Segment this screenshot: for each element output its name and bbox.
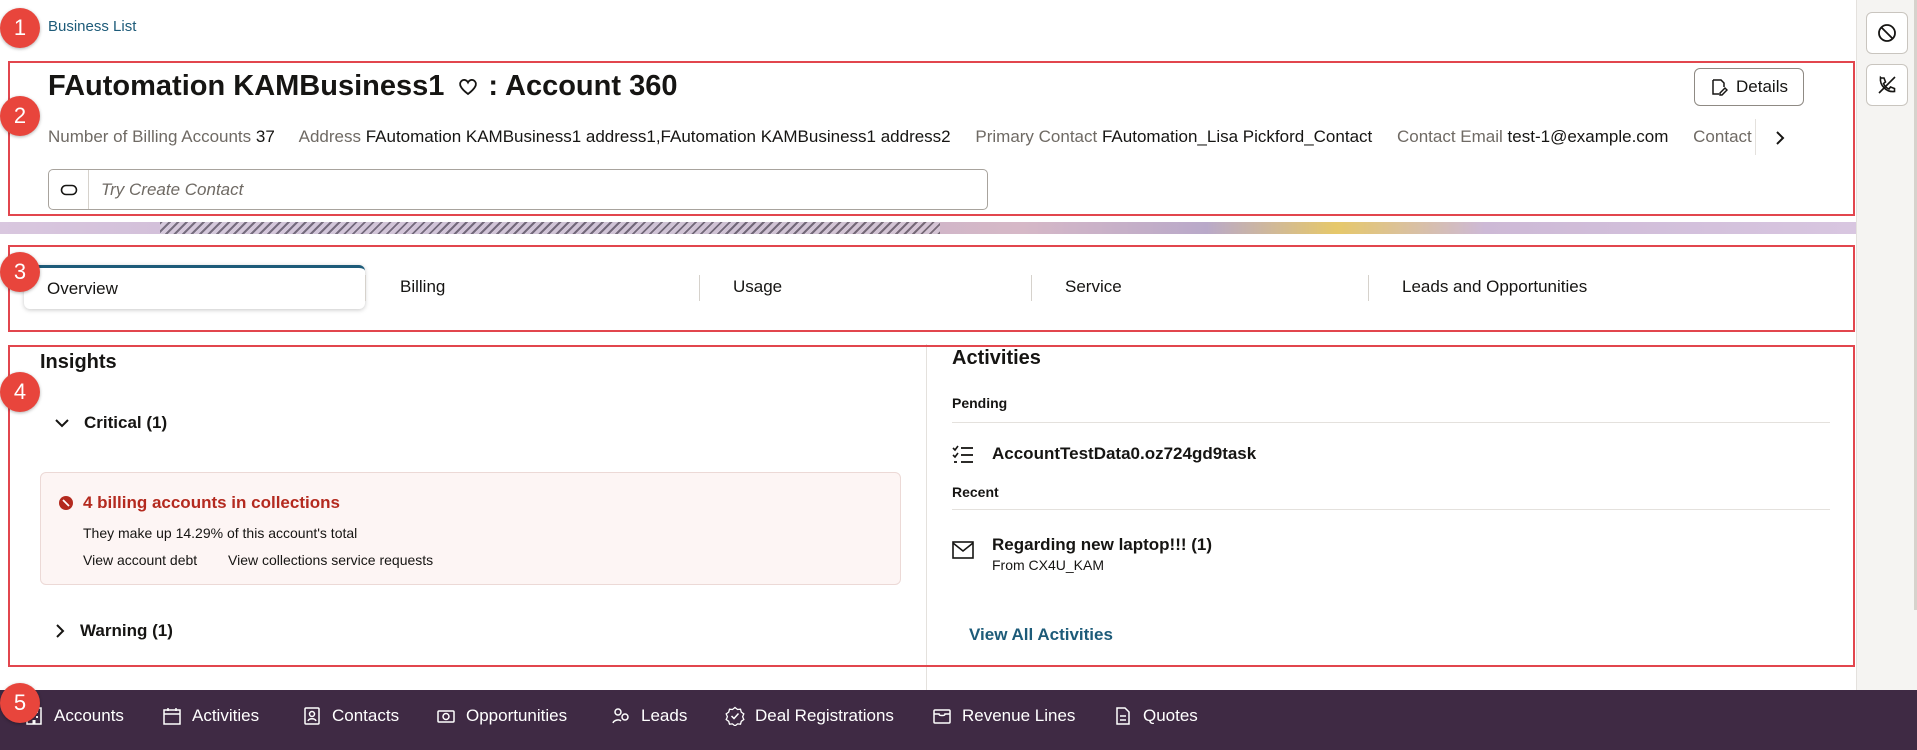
annotation-badge-3: 3 <box>0 252 40 292</box>
contact-card-icon <box>304 707 320 725</box>
annotation-box-tabs <box>8 245 1855 332</box>
right-rail <box>1856 0 1917 690</box>
nav-activities[interactable]: Activities <box>162 706 259 726</box>
nav-label: Contacts <box>332 706 400 725</box>
leads-icon <box>612 708 629 724</box>
annotation-box-panels <box>8 345 1855 667</box>
nav-deal-registrations[interactable]: Deal Registrations <box>725 706 894 726</box>
block-icon-button[interactable] <box>1866 12 1908 54</box>
nav-label: Revenue Lines <box>962 706 1076 725</box>
block-icon <box>1878 24 1896 42</box>
annotation-badge-5: 5 <box>0 683 40 723</box>
nav-label: Quotes <box>1143 706 1198 725</box>
nav-leads[interactable]: Leads <box>611 706 687 726</box>
call-off-button[interactable] <box>1866 64 1908 106</box>
document-icon <box>1116 707 1130 725</box>
nav-label: Opportunities <box>466 706 568 725</box>
nav-label: Accounts <box>54 706 124 725</box>
nav-quotes[interactable]: Quotes <box>1113 706 1198 726</box>
annotation-box-header <box>8 61 1855 216</box>
badge-check-icon <box>725 706 745 726</box>
nav-label: Deal Registrations <box>755 706 894 725</box>
annotation-badge-4: 4 <box>0 372 40 412</box>
opportunity-icon <box>437 710 455 723</box>
nav-label: Leads <box>641 706 688 725</box>
bottom-navigation: Accounts Activities Contacts Opportuniti… <box>0 690 1917 750</box>
phone-off-icon <box>1878 75 1896 94</box>
banner-pattern <box>160 222 940 234</box>
tray-icon <box>933 709 951 724</box>
annotation-badge-1: 1 <box>0 8 40 48</box>
nav-contacts[interactable]: Contacts <box>302 706 399 726</box>
annotation-badge-2: 2 <box>0 96 40 136</box>
nav-label: Activities <box>192 706 260 725</box>
nav-revenue-lines[interactable]: Revenue Lines <box>932 706 1075 726</box>
nav-opportunities[interactable]: Opportunities <box>436 706 567 726</box>
breadcrumb-business-list[interactable]: Business List <box>48 18 136 35</box>
calendar-icon <box>163 708 181 725</box>
